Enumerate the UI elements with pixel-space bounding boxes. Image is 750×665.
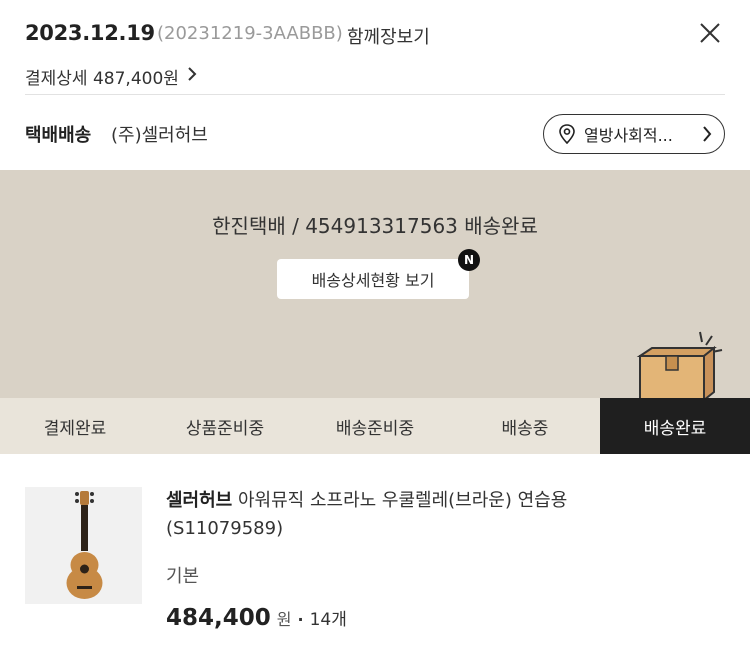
- step-in-delivery: 배송중: [501, 418, 549, 439]
- delivery-steps: 결제완료 상품준비중 배송준비중 배송중 배송완료: [0, 398, 750, 454]
- product-option: 기본: [166, 566, 200, 587]
- delivery-box-icon: [634, 330, 730, 403]
- close-icon[interactable]: [699, 22, 721, 44]
- tracking-status: 한진택배 / 454913317563 배송완료: [212, 214, 538, 238]
- product-code: (S11079589): [166, 518, 284, 539]
- order-date: 2023.12.19: [25, 21, 155, 45]
- product-title: 아워뮤직 소프라노 우쿨렐레(브라운) 연습용: [237, 490, 568, 511]
- step-payment-complete: 결제완료: [43, 418, 107, 439]
- currency-label: 원: [276, 610, 292, 629]
- step-delivery-complete: 배송완료: [600, 398, 750, 454]
- new-badge: N: [458, 249, 480, 271]
- separator-dot: ·: [297, 610, 304, 629]
- seller-name: (주)셀러허브: [111, 125, 208, 146]
- chevron-right-icon: [187, 66, 197, 86]
- price-row: 484,400 원 · 14개: [166, 605, 347, 631]
- product-price: 484,400: [166, 605, 271, 631]
- together-shopping-label: 함께장보기: [347, 27, 430, 48]
- payment-detail-link[interactable]: 결제상세 487,400원: [25, 64, 197, 89]
- product-brand: 셀러허브: [166, 490, 233, 511]
- shipping-type: 택배배송: [25, 125, 92, 146]
- product-item[interactable]: 셀러허브 아워뮤직 소프라노 우쿨렐레(브라운) 연습용 (S11079589)…: [25, 487, 725, 647]
- product-name[interactable]: 셀러허브 아워뮤직 소프라노 우쿨렐레(브라운) 연습용 (S11079589): [166, 487, 686, 543]
- chevron-right-icon: [702, 126, 712, 146]
- ukulele-image[interactable]: [25, 487, 142, 604]
- tracking-detail-button[interactable]: 배송상세현황 보기: [277, 259, 469, 299]
- order-id: (20231219-3AABBB): [157, 23, 343, 44]
- divider: [25, 94, 725, 95]
- tracking-banner: 한진택배 / 454913317563 배송완료 배송상세현황 보기 N: [0, 170, 750, 403]
- shipping-row: 택배배송 (주)셀러허브 열방사회적...: [25, 114, 725, 154]
- step-preparing-delivery: 배송준비중: [335, 418, 415, 439]
- order-header: 2023.12.19 (20231219-3AABBB) 함께장보기: [25, 18, 725, 52]
- step-preparing-product: 상품준비중: [185, 418, 265, 439]
- address-label: 열방사회적...: [584, 126, 673, 145]
- payment-detail-label: 결제상세 487,400원: [25, 68, 179, 89]
- location-pin-icon: [558, 124, 576, 145]
- address-button[interactable]: 열방사회적...: [543, 114, 725, 154]
- product-quantity: 14개: [309, 610, 347, 630]
